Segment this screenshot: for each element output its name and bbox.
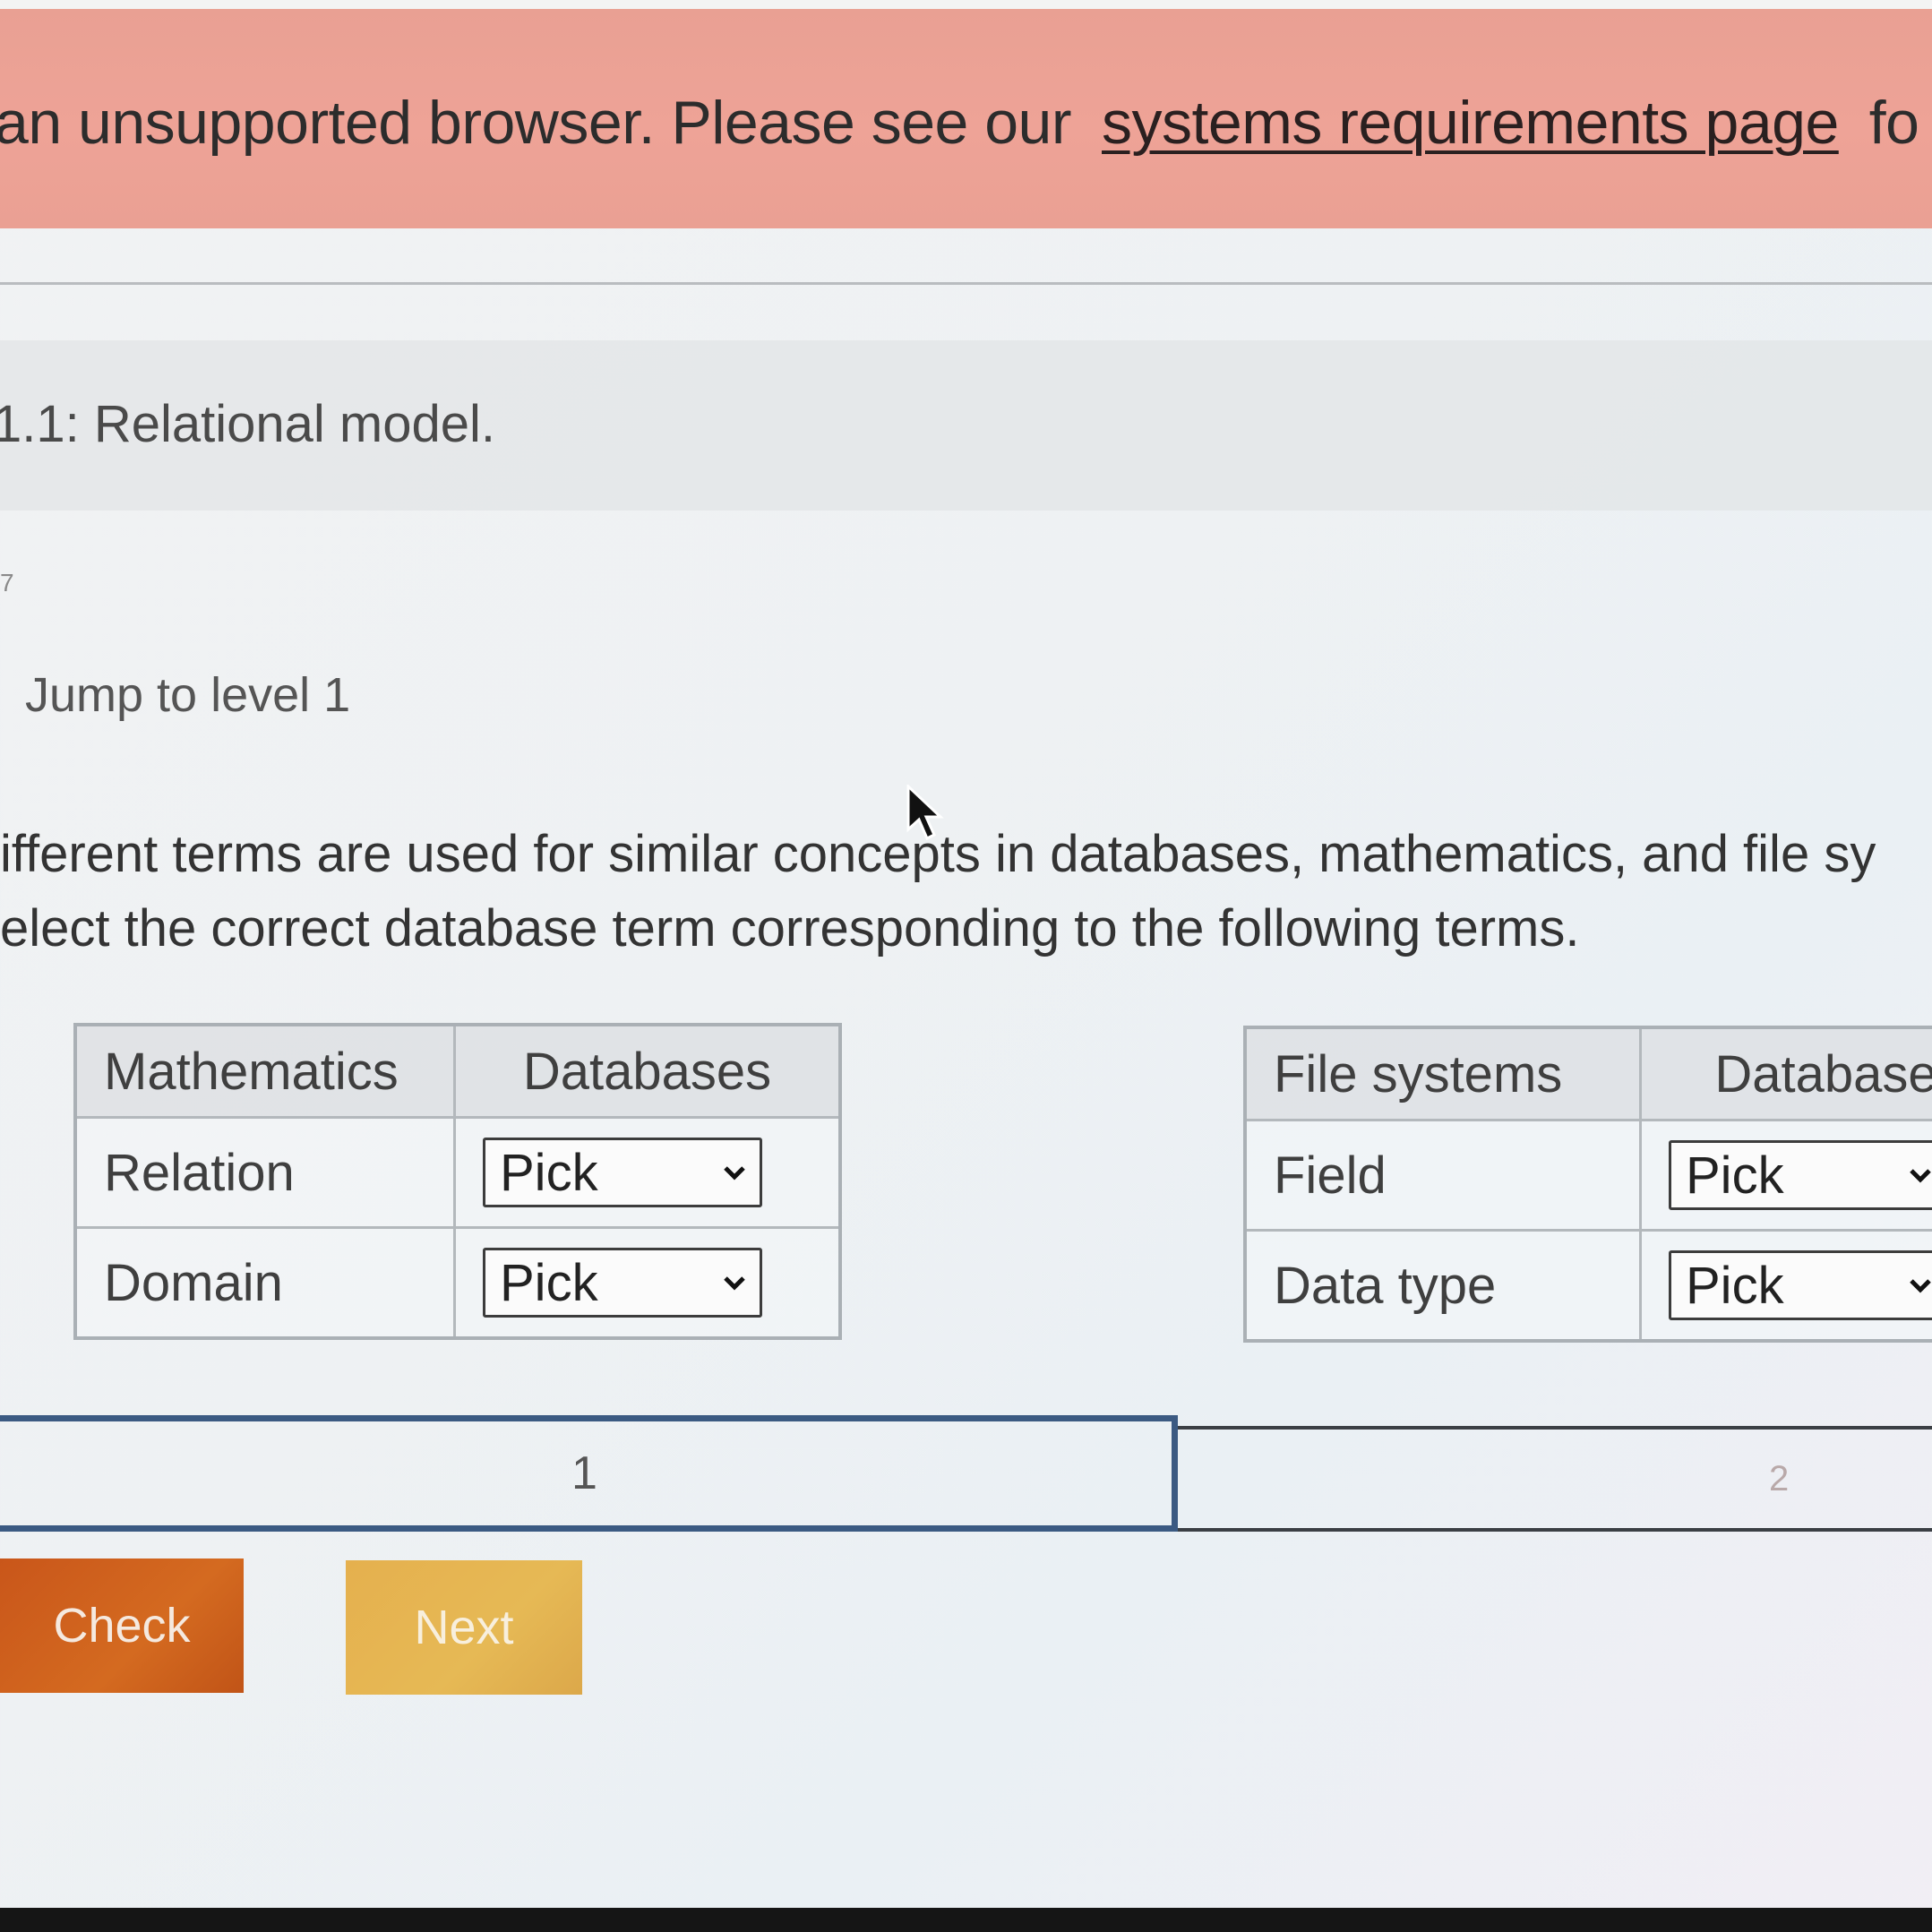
data-type-select[interactable]: Pick bbox=[1669, 1250, 1932, 1320]
activity-number: 7 bbox=[0, 569, 14, 597]
select-cell: Pick bbox=[1639, 1229, 1932, 1343]
field-select[interactable]: Pick bbox=[1669, 1140, 1932, 1210]
level-2-label: 2 bbox=[1769, 1458, 1790, 1498]
column-header-databases: Databases bbox=[453, 1023, 842, 1119]
term-data-type: Data type bbox=[1243, 1229, 1642, 1343]
table-row: Field Pick bbox=[1243, 1119, 1932, 1232]
column-header-database: Database bbox=[1639, 1026, 1932, 1121]
level-2-tab[interactable]: 2 bbox=[1178, 1426, 1932, 1532]
column-header-file-systems: File systems bbox=[1243, 1026, 1642, 1121]
system-requirements-link[interactable]: systems requirements page bbox=[1102, 89, 1839, 157]
term-field: Field bbox=[1243, 1119, 1642, 1232]
check-button[interactable]: Check bbox=[0, 1558, 244, 1693]
term-relation: Relation bbox=[73, 1116, 456, 1229]
chevron-down-icon bbox=[1910, 1169, 1931, 1183]
domain-select[interactable]: Pick bbox=[483, 1248, 762, 1318]
banner-message: an unsupported browser. Please see our sy… bbox=[0, 88, 1919, 158]
screen-bezel bbox=[0, 1908, 1932, 1932]
term-domain: Domain bbox=[73, 1226, 456, 1340]
table-row: Domain Pick bbox=[73, 1226, 842, 1340]
chevron-down-icon bbox=[1910, 1279, 1931, 1293]
table-row: Data type Pick bbox=[1243, 1229, 1932, 1343]
instruction-line-2: elect the correct database term correspo… bbox=[0, 899, 1580, 957]
table-row: Relation Pick bbox=[73, 1116, 842, 1229]
select-cell: Pick bbox=[453, 1116, 842, 1229]
next-button[interactable]: Next bbox=[346, 1560, 582, 1695]
select-value: Pick bbox=[1686, 1256, 1784, 1315]
select-value: Pick bbox=[500, 1253, 598, 1312]
select-value: Pick bbox=[1686, 1146, 1784, 1205]
column-header-mathematics: Mathematics bbox=[73, 1023, 456, 1119]
select-cell: Pick bbox=[453, 1226, 842, 1340]
select-value: Pick bbox=[500, 1143, 598, 1202]
table-header-row: File systems Database bbox=[1243, 1026, 1932, 1121]
top-strip bbox=[0, 0, 1932, 9]
banner-text: an unsupported browser. Please see our bbox=[0, 89, 1072, 157]
mouse-cursor-icon bbox=[906, 785, 944, 841]
chevron-down-icon bbox=[724, 1166, 745, 1181]
chevron-down-icon bbox=[724, 1276, 745, 1291]
level-1-label: 1 bbox=[571, 1447, 597, 1499]
section-title: 1.1: Relational model. bbox=[0, 395, 495, 453]
relation-select[interactable]: Pick bbox=[483, 1138, 762, 1207]
mathematics-terms-table: Mathematics Databases Relation Pick Doma… bbox=[73, 1023, 842, 1340]
unsupported-browser-banner: an unsupported browser. Please see our sy… bbox=[0, 9, 1932, 228]
select-cell: Pick bbox=[1639, 1119, 1932, 1232]
divider bbox=[0, 282, 1932, 285]
jump-to-level-link[interactable]: Jump to level 1 bbox=[25, 667, 350, 723]
file-systems-terms-table: File systems Database Field Pick Data ty… bbox=[1243, 1026, 1932, 1343]
banner-tail-text: fo bbox=[1868, 89, 1919, 157]
level-1-tab[interactable]: 1 bbox=[0, 1415, 1178, 1532]
table-header-row: Mathematics Databases bbox=[73, 1023, 842, 1119]
